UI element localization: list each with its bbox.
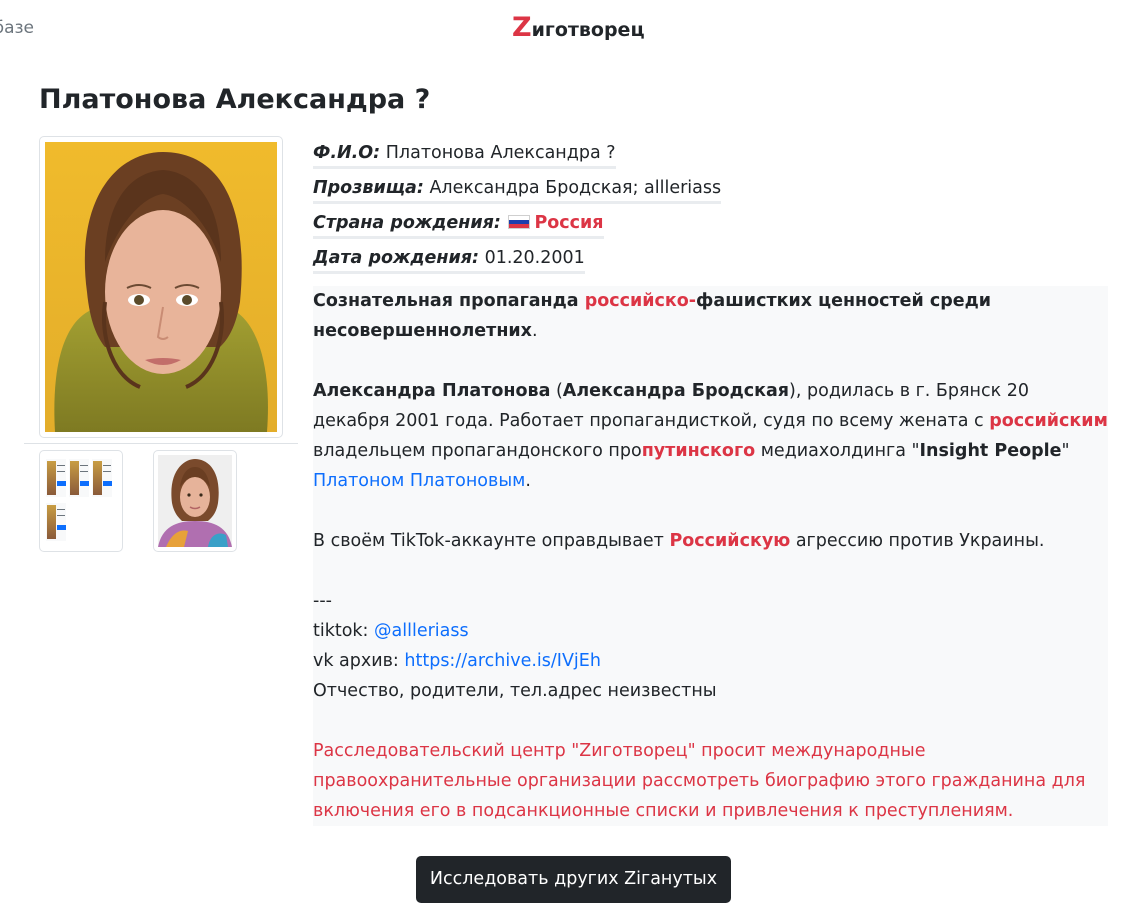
- thumbnail-portrait-image: [158, 455, 232, 547]
- bio-highlight: путинского: [641, 441, 756, 461]
- bio-highlight: Российскую: [669, 531, 791, 551]
- page-title: Платонова Александра ?: [39, 84, 431, 115]
- tiktok-link[interactable]: @allleriass: [374, 621, 469, 641]
- thumbnail-screenshot-image: [44, 455, 118, 547]
- field-fio-label: Ф.И.О:: [313, 143, 381, 163]
- bio-separator: ---: [313, 591, 332, 611]
- field-birthdate-value: 01.20.2001: [484, 248, 585, 268]
- field-nickname: Прозвища: Александра Бродская; alllerias…: [313, 178, 722, 204]
- field-fio: Ф.И.О: Платонова Александра ?: [313, 143, 616, 169]
- gallery-thumbnail-screenshot[interactable]: [39, 450, 123, 552]
- bio-text: агрессию против Украины.: [790, 531, 1045, 551]
- field-nickname-label: Прозвища:: [313, 178, 424, 198]
- mini-card: [46, 503, 66, 541]
- field-country-label: Страна рождения:: [313, 213, 501, 233]
- russia-flag-icon: [508, 215, 531, 229]
- country-link[interactable]: Россия: [534, 213, 603, 233]
- field-fio-value: Платонова Александра ?: [385, 143, 616, 163]
- bio-text: В своём TikTok-аккаунте оправдывает: [313, 531, 670, 551]
- bio-text: .: [525, 471, 531, 491]
- investigation-notice: Расследовательский центр "Zиготворец" пр…: [313, 741, 1086, 821]
- back-to-base-link[interactable]: К базе: [0, 18, 34, 38]
- portrait-image: [45, 142, 277, 432]
- field-birthdate: Дата рождения: 01.20.2001: [313, 248, 585, 274]
- vk-line: vk архив: https://archive.is/IVjEh: [313, 646, 1108, 676]
- vk-archive-link[interactable]: https://archive.is/IVjEh: [404, 651, 601, 671]
- field-country: Страна рождения: Россия: [313, 213, 604, 239]
- bio-text: владельцем пропагандонского про: [313, 441, 642, 461]
- bio-summary-lead: Сознательная пропаганда: [313, 291, 585, 311]
- tiktok-label: tiktok:: [313, 621, 375, 641]
- brand-logo[interactable]: Zиготворец: [512, 12, 645, 43]
- portrait-illustration: [45, 142, 277, 432]
- bio-tiktok-statement: В своём TikTok-аккаунте оправдывает Росс…: [313, 526, 1108, 556]
- profile-info: Ф.И.О: Платонова Александра ? Прозвища: …: [313, 143, 1108, 283]
- bio-highlight: российским: [989, 411, 1108, 431]
- bio-text: ": [1061, 441, 1070, 461]
- bio-alias: Александра Бродская: [562, 381, 790, 401]
- bio-summary-dot: .: [531, 321, 538, 341]
- biography-panel: Сознательная пропаганда российско-фашист…: [313, 286, 1108, 826]
- field-birthdate-label: Дата рождения:: [313, 248, 479, 268]
- vk-label: vk архив:: [313, 651, 405, 671]
- gallery-divider: [24, 443, 298, 444]
- bio-text: медиахолдинга ": [755, 441, 920, 461]
- bio-summary-highlight: российско-: [584, 291, 697, 311]
- mini-card: [69, 459, 89, 497]
- bio-company: Insight People: [919, 441, 1062, 461]
- mini-card: [46, 459, 66, 497]
- unknown-info-text: Отчество, родители, тел.адрес неизвестны: [313, 681, 717, 701]
- brand-logo-initial: Z: [512, 12, 532, 43]
- explore-others-button[interactable]: Исследовать других Ziганутых: [416, 856, 731, 903]
- bio-text: (: [550, 381, 563, 401]
- bio-summary: Сознательная пропаганда российско-фашист…: [313, 286, 1108, 346]
- main-photo[interactable]: [39, 136, 283, 438]
- mini-card: [92, 459, 112, 497]
- field-nickname-value: Александра Бродская; allleriass: [429, 178, 722, 198]
- bio-name: Александра Платонова: [313, 381, 551, 401]
- spouse-link[interactable]: Платоном Платоновым: [313, 471, 525, 491]
- gallery-thumbnail-portrait[interactable]: [153, 450, 237, 552]
- bio-details: Александра Платонова (Александра Бродска…: [313, 376, 1108, 496]
- thumbnail-portrait-illustration: [158, 455, 232, 547]
- tiktok-line: tiktok: @allleriass: [313, 616, 1108, 646]
- brand-logo-text: иготворец: [531, 19, 645, 41]
